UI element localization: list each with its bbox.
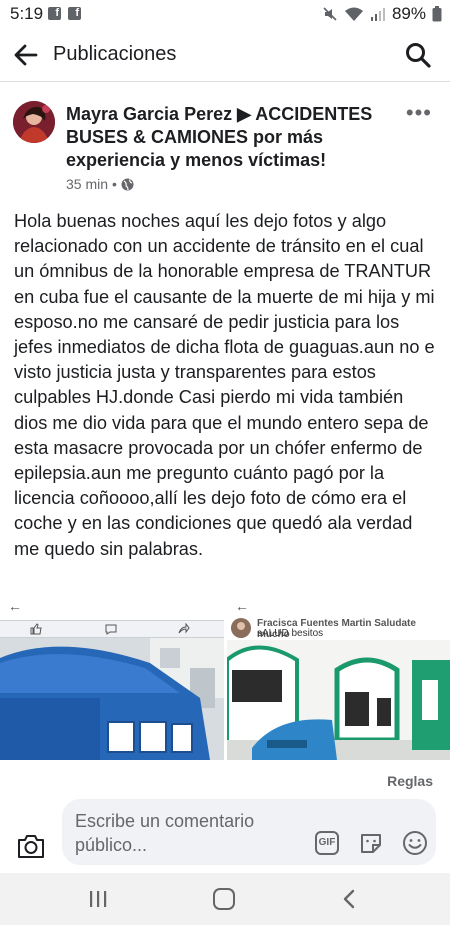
post-image-left[interactable]: ← (0, 592, 224, 760)
recent-apps-icon[interactable] (88, 889, 108, 909)
back-arrow-icon: ← (235, 598, 249, 614)
commenter-avatar (231, 618, 251, 638)
facebook-notification-icon: f (68, 7, 81, 20)
meta-separator: • (112, 176, 117, 192)
home-icon[interactable] (213, 888, 235, 910)
emoji-icon[interactable] (402, 830, 428, 856)
status-time: 5:19 (10, 4, 44, 23)
page-title: Publicaciones (53, 43, 177, 65)
post-body: Hola buenas noches aquí les dejo fotos y… (14, 211, 435, 559)
comment-icon (105, 624, 117, 635)
status-icons: 89% (322, 4, 442, 24)
battery-percent: 89% (391, 4, 426, 23)
app-header: Publicaciones (0, 28, 450, 82)
post-author[interactable]: Mayra Garcia Perez ▶ ACCIDENTES BUSES & … (66, 103, 396, 172)
search-icon[interactable] (404, 41, 432, 69)
rules-link[interactable]: Reglas (387, 773, 433, 789)
wifi-icon (344, 7, 363, 21)
bus-photo (0, 638, 224, 760)
post-time[interactable]: 35 min (66, 176, 108, 192)
comment-composer[interactable]: Escribe un comentario público... GIF (62, 799, 436, 865)
back-arrow-icon: ← (8, 598, 22, 614)
status-bar: 5:19 f f 89% (0, 0, 450, 28)
facebook-notification-icon: f (48, 7, 61, 20)
reaction-bar-screenshot (0, 620, 224, 638)
like-icon (30, 623, 42, 635)
system-nav-bar (0, 873, 450, 925)
camera-icon[interactable] (16, 832, 46, 860)
nav-back-icon[interactable] (338, 887, 362, 911)
arrow-left-icon[interactable] (12, 41, 40, 69)
gif-button[interactable]: GIF (315, 831, 339, 855)
mute-icon (323, 7, 337, 21)
post-meta: 35 min • (66, 176, 134, 192)
comment-input[interactable]: Escribe un comentario público... (75, 809, 305, 857)
battery-icon (432, 6, 442, 22)
globe-icon (121, 178, 134, 190)
sticker-icon[interactable] (358, 830, 384, 856)
share-icon (178, 623, 190, 634)
more-options-button[interactable]: ••• (406, 100, 432, 126)
post-image-right[interactable]: ← Fracisca Fuentes Martin Saludate mucho… (227, 592, 450, 760)
signal-icon (370, 8, 385, 21)
avatar[interactable] (13, 101, 55, 143)
comment-text: sALUD besitos (257, 628, 324, 639)
building-bus-photo (227, 640, 450, 760)
